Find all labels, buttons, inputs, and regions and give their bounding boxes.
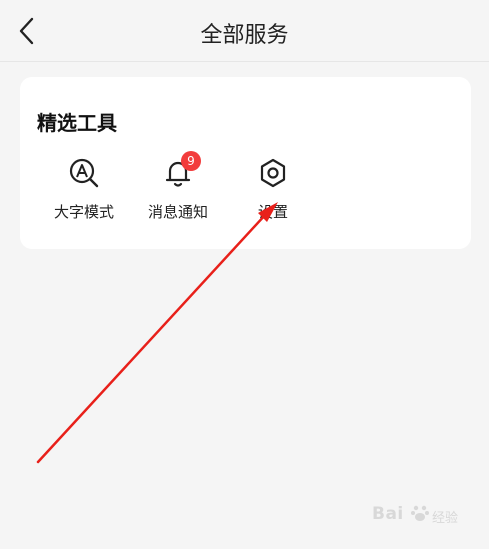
header-divider (0, 61, 489, 62)
watermark: Bai 经验 (372, 500, 482, 530)
hexagon-gear-icon (260, 158, 286, 188)
watermark-text: 经验 (432, 511, 459, 526)
magnifier-a-icon (69, 158, 99, 188)
section-title: 精选工具 (37, 111, 117, 135)
tool-label: 设置 (257, 203, 288, 221)
tool-label: 消息通知 (147, 203, 208, 221)
top-bar: 全部服务 (0, 0, 489, 62)
notification-count-badge: 9 (181, 151, 201, 171)
tool-message-notifications[interactable]: 9 消息通知 (133, 151, 223, 227)
paw-icon (411, 505, 429, 521)
watermark-brand: Bai (372, 504, 404, 524)
tools-card: 精选工具 大字模式 9 消息通知 设置 (20, 77, 471, 249)
tool-label: 大字模式 (53, 203, 114, 221)
tool-large-text-mode[interactable]: 大字模式 (39, 151, 129, 227)
tool-settings[interactable]: 设置 (228, 151, 318, 227)
page-title: 全部服务 (200, 23, 289, 48)
